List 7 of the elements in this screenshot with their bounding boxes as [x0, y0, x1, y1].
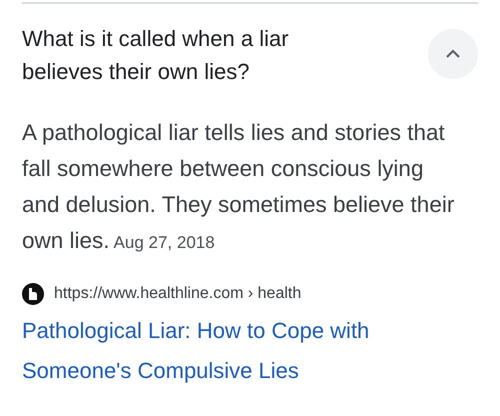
result-link[interactable]: Pathological Liar: How to Cope with Someone's Compulsive Lies: [22, 311, 442, 391]
answer-text: A pathological liar tells lies and stories that fall somewhere between conscious lying and delusion. They sometimes believe their own lies. Aug 27, 2018: [22, 119, 456, 255]
chevron-up-icon: [445, 49, 461, 59]
site-icon: [22, 283, 44, 305]
source-url: https://www.healthline.com › health: [54, 285, 302, 303]
collapse-button[interactable]: [428, 29, 478, 79]
question-text: What is it called when a liar believes their own lies?: [22, 25, 290, 86]
